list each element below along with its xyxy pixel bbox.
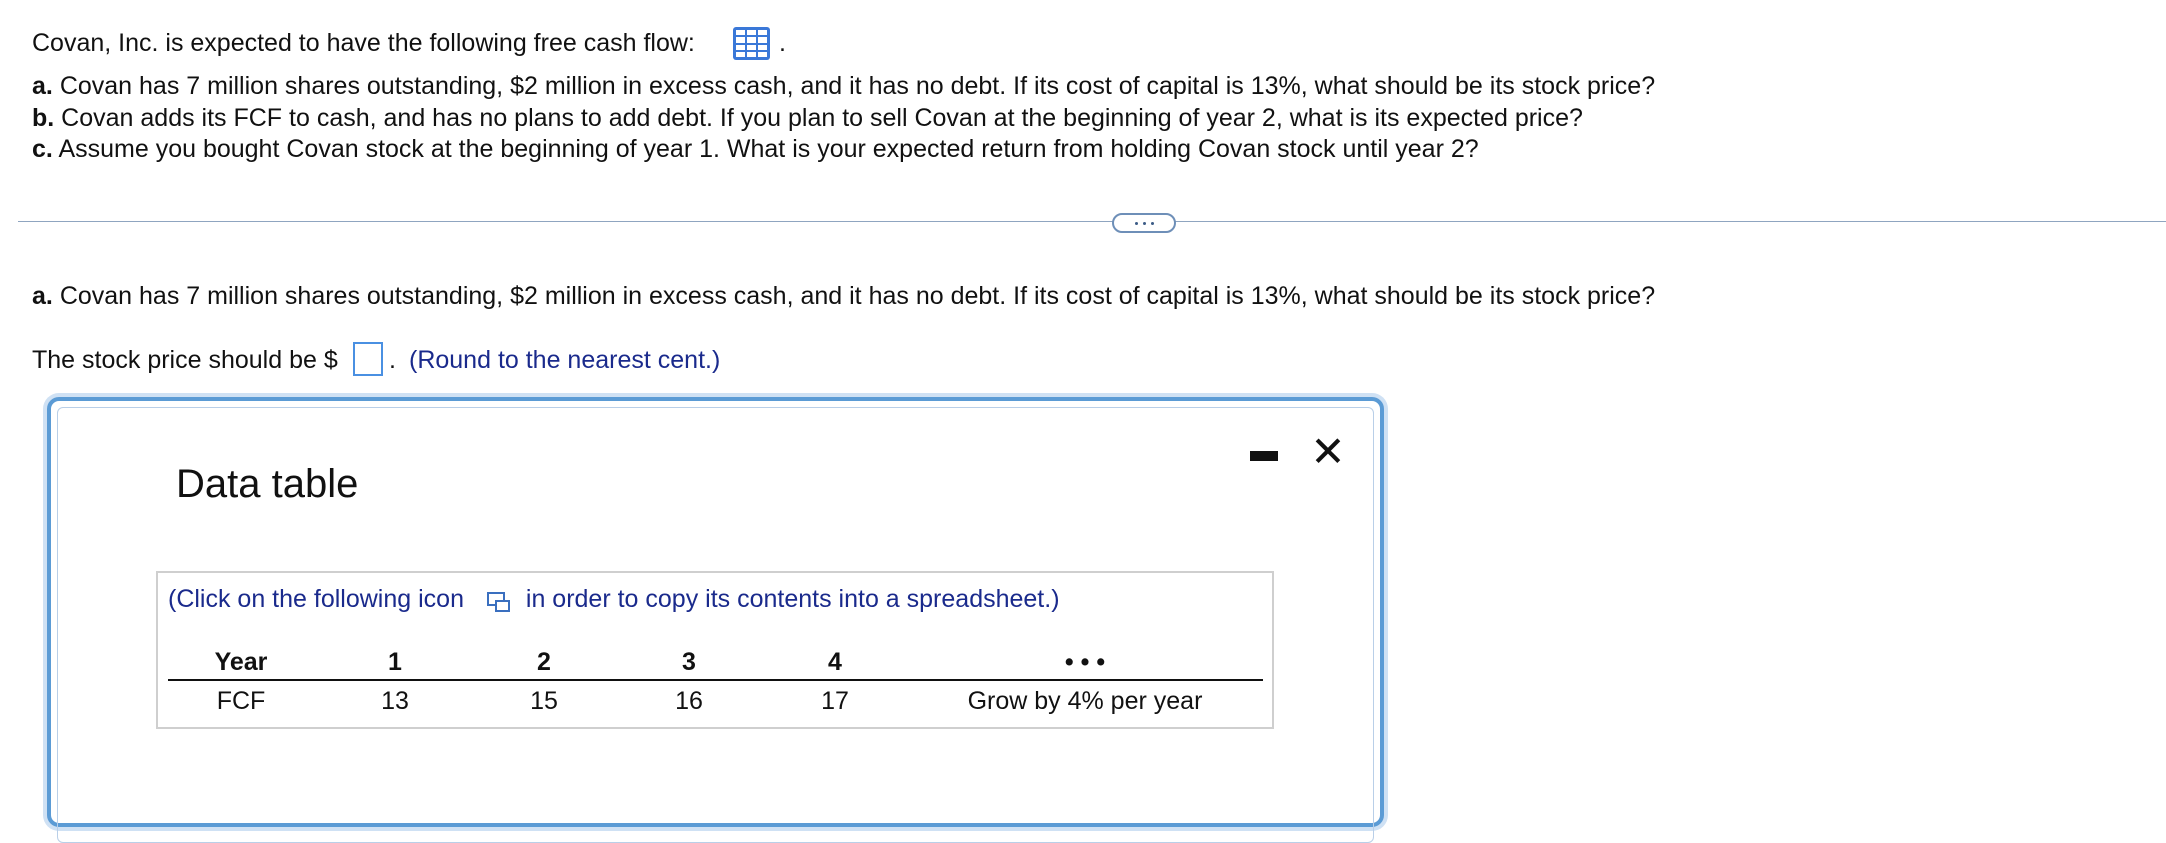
problem-intro: Covan, Inc. is expected to have the foll… bbox=[32, 29, 695, 57]
dot-icon bbox=[1150, 221, 1154, 225]
row-label-fcf: FCF bbox=[216, 687, 266, 715]
expand-more-button[interactable] bbox=[1112, 213, 1176, 233]
current-question: a. Covan has 7 million shares outstandin… bbox=[32, 280, 1655, 312]
stock-price-input[interactable] bbox=[353, 342, 383, 376]
answer-suffix: . bbox=[389, 346, 396, 374]
answer-prefix: The stock price should be $ bbox=[32, 346, 338, 374]
table-grid-icon[interactable] bbox=[733, 27, 770, 60]
intro-period: . bbox=[779, 29, 786, 57]
copy-instructions-after: in order to copy its contents into a spr… bbox=[525, 585, 1060, 613]
header-year-1: 1 bbox=[388, 648, 402, 676]
section-divider bbox=[18, 221, 2166, 222]
dot-icon bbox=[1134, 221, 1138, 225]
rounding-hint: (Round to the nearest cent.) bbox=[409, 346, 721, 374]
fcf-year-4: 17 bbox=[821, 687, 849, 715]
current-question-label: a. bbox=[32, 282, 53, 310]
close-icon[interactable]: ✕ bbox=[1308, 431, 1348, 473]
part-b-text: Covan adds its FCF to cash, and has no p… bbox=[61, 104, 1583, 132]
part-c-text: Assume you bought Covan stock at the beg… bbox=[58, 135, 1479, 163]
header-year-4: 4 bbox=[828, 648, 842, 676]
copy-to-spreadsheet-icon[interactable] bbox=[487, 592, 510, 612]
header-year: Year bbox=[214, 648, 268, 676]
dot-icon bbox=[1142, 221, 1146, 225]
part-c-label: c. bbox=[32, 135, 53, 163]
copy-instructions-before: (Click on the following icon bbox=[168, 585, 464, 613]
fcf-growth-note: Grow by 4% per year bbox=[967, 687, 1203, 715]
header-year-2: 2 bbox=[537, 648, 551, 676]
copy-instructions: (Click on the following icon in order to… bbox=[168, 583, 1060, 615]
current-question-text: Covan has 7 million shares outstanding, … bbox=[59, 282, 1656, 310]
fcf-year-2: 15 bbox=[530, 687, 558, 715]
header-year-3: 3 bbox=[682, 648, 696, 676]
part-a-text: Covan has 7 million shares outstanding, … bbox=[59, 72, 1656, 100]
minimize-icon[interactable] bbox=[1250, 451, 1278, 461]
modal-title: Data table bbox=[176, 462, 359, 506]
part-b: b. Covan adds its FCF to cash, and has n… bbox=[32, 102, 1583, 134]
part-c: c. Assume you bought Covan stock at the … bbox=[32, 133, 1479, 165]
fcf-year-1: 13 bbox=[381, 687, 409, 715]
part-a-label: a. bbox=[32, 72, 53, 100]
part-a: a. Covan has 7 million shares outstandin… bbox=[32, 70, 1655, 102]
header-ellipsis: • • • bbox=[1064, 648, 1106, 676]
fcf-year-3: 16 bbox=[675, 687, 703, 715]
part-b-label: b. bbox=[32, 104, 55, 132]
table-header-rule bbox=[168, 679, 1263, 681]
